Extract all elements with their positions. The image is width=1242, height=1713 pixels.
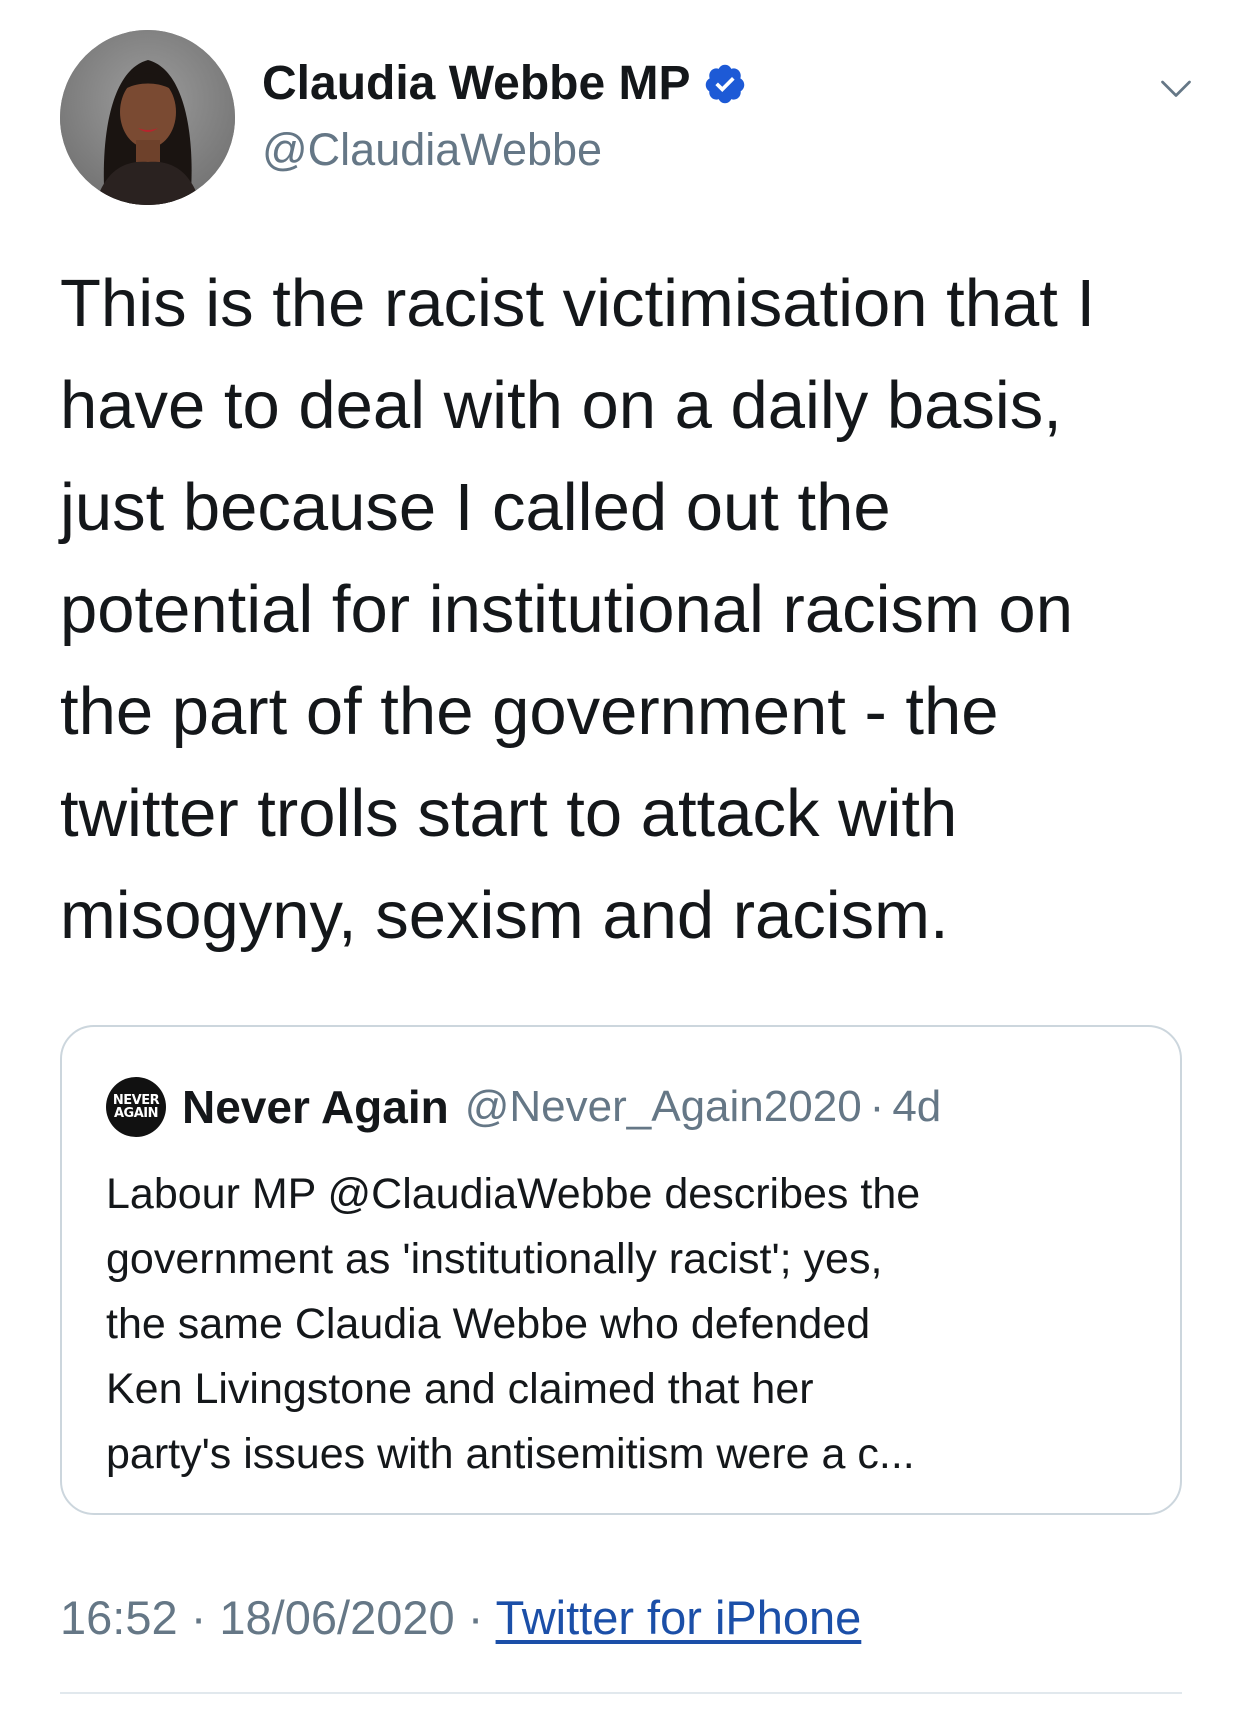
tweet-line: just because I called out the — [60, 470, 891, 545]
author-avatar-image — [60, 30, 235, 205]
quoted-author-avatar: NEVER AGAIN — [106, 1077, 166, 1137]
separator-dot: · — [869, 1082, 885, 1131]
quoted-tweet-line: the same Claudia Webbe who defended — [106, 1300, 871, 1348]
tweet-line: the part of the government - the — [60, 674, 999, 749]
tweet-line: misogyny, sexism and racism. — [60, 878, 949, 953]
verified-badge-icon — [705, 64, 744, 103]
quoted-tweet-line: party's issues with antisemitism were a … — [106, 1430, 915, 1478]
tweet-line: This is the racist victimisation that I — [60, 266, 1096, 341]
tweet-source-link[interactable]: Twitter for iPhone — [496, 1591, 862, 1644]
quoted-tweet-header: NEVER AGAIN Never Again @Never_Again2020… — [106, 1077, 941, 1137]
separator-dot: · — [190, 1591, 207, 1644]
tweet-meta: 16:52 · 18/06/2020 · Twitter for iPhone — [60, 1590, 861, 1645]
tweet-line: have to deal with on a daily basis, — [60, 368, 1062, 443]
quoted-author-name: Never Again — [182, 1081, 449, 1133]
quoted-tweet-card[interactable]: NEVER AGAIN Never Again @Never_Again2020… — [60, 1025, 1182, 1515]
tweet-time: 16:52 — [60, 1591, 178, 1644]
quoted-tweet-line: Labour MP @ClaudiaWebbe describes the — [106, 1170, 921, 1218]
chevron-down-icon[interactable] — [1158, 70, 1194, 106]
tweet-line: potential for institutional racism on — [60, 572, 1073, 647]
separator-dot: · — [467, 1591, 484, 1644]
author-display-name[interactable]: Claudia Webbe MP — [262, 56, 691, 111]
divider — [60, 1692, 1182, 1694]
author-handle[interactable]: @ClaudiaWebbe — [262, 124, 602, 176]
tweet-text: This is the racist victimisation that I … — [60, 253, 1180, 967]
tweet-line: twitter trolls start to attack with — [60, 776, 958, 851]
tweet-date: 18/06/2020 — [219, 1591, 455, 1644]
quoted-tweet-line: government as 'institutionally racist'; … — [106, 1235, 883, 1283]
quoted-author-handle: @Never_Again2020 — [464, 1082, 862, 1131]
quoted-tweet-line: Ken Livingstone and claimed that her — [106, 1365, 814, 1413]
quoted-tweet-time: 4d — [892, 1082, 942, 1131]
author-avatar[interactable] — [60, 30, 235, 205]
quoted-tweet-text: Labour MP @ClaudiaWebbe describes the go… — [106, 1162, 1156, 1487]
quoted-avatar-text-bottom: AGAIN — [113, 1106, 159, 1121]
author-name[interactable]: Claudia Webbe MP — [262, 56, 747, 111]
